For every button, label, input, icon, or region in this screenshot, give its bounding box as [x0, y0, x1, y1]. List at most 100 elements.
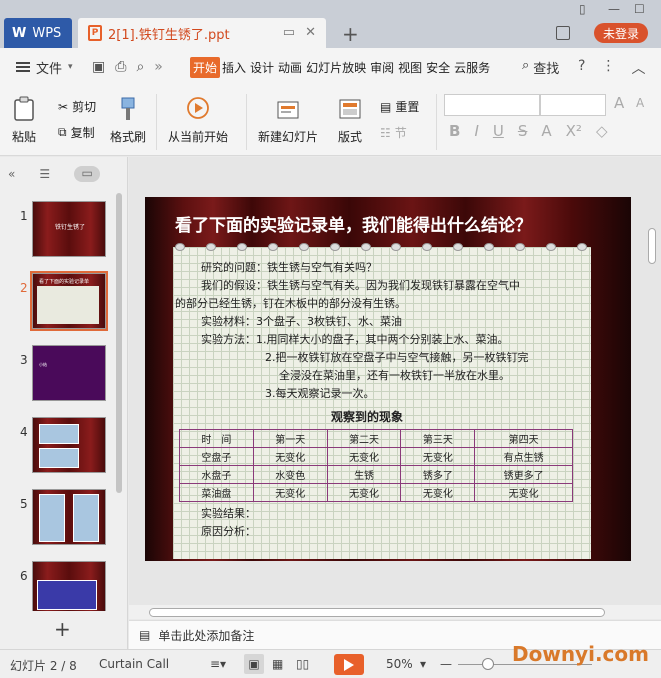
zoom-level[interactable]: 50%	[386, 657, 413, 671]
slide-sorter-icon[interactable]: ▦	[272, 657, 283, 671]
font-size-select[interactable]	[540, 94, 606, 116]
find-button[interactable]: ⌕ 查找	[522, 58, 559, 77]
normal-view-icon[interactable]: ▣	[244, 654, 264, 674]
save-icon[interactable]: ▣	[92, 59, 105, 75]
brush-icon	[121, 97, 135, 120]
thumb-image	[39, 494, 65, 542]
cut-button[interactable]: ✂ 剪切	[58, 98, 96, 115]
paste-button[interactable]: 粘贴	[12, 96, 36, 145]
help-icon[interactable]: ?	[578, 58, 585, 78]
copy-button[interactable]: ⧉ 复制	[58, 124, 95, 141]
thumb-image	[39, 424, 79, 444]
italic-icon[interactable]: I	[474, 122, 478, 140]
outline-view-icon[interactable]: ☰	[39, 167, 50, 181]
new-slide-label: 新建幻灯片	[258, 130, 319, 144]
table-header-row: 时 间 第一天 第二天 第三天 第四天	[179, 429, 573, 448]
document-tab[interactable]: P 2[1].铁钉生锈了.ppt ▭ ✕	[78, 18, 326, 48]
more-icon[interactable]: »	[154, 59, 163, 75]
result-label: 实验结果：	[201, 507, 256, 520]
canvas-vertical-scrollbar[interactable]	[648, 228, 656, 264]
thumb-image	[73, 494, 99, 542]
minimize-icon[interactable]: —	[608, 2, 620, 16]
bold-icon[interactable]: B	[449, 122, 460, 140]
increase-font-icon[interactable]: A	[614, 94, 624, 112]
tab-review[interactable]: 审阅	[368, 57, 396, 78]
section-label: 节	[394, 126, 407, 140]
wps-home-tab[interactable]: W WPS	[4, 18, 72, 48]
print-icon[interactable]: ⎙	[115, 59, 126, 75]
superscript-icon[interactable]: X²	[566, 122, 582, 140]
slide-thumbnail-4[interactable]: 4	[0, 417, 118, 481]
tab-insert[interactable]: 插入	[220, 57, 248, 78]
tab-design[interactable]: 设计	[248, 57, 276, 78]
slide-thumbnail-5[interactable]: 5	[0, 489, 118, 553]
notes-placeholder: 单击此处添加备注	[158, 628, 255, 643]
format-painter-button[interactable]: 格式刷	[110, 96, 146, 145]
slide-thumbnail-2[interactable]: 2 看了下面的实验记录单	[0, 271, 118, 337]
reset-button[interactable]: ▤ 重置	[380, 98, 419, 115]
collapse-panel-icon[interactable]: «	[8, 167, 15, 181]
collapse-ribbon-icon[interactable]: ︿	[631, 58, 645, 78]
header-cell: 时 间	[179, 429, 254, 448]
font-family-select[interactable]	[444, 94, 540, 116]
zoom-out-icon[interactable]: —	[440, 657, 452, 671]
login-button[interactable]: 未登录	[594, 23, 648, 43]
strikethrough-icon[interactable]: S	[518, 122, 528, 140]
new-tab-button[interactable]: +	[342, 22, 359, 46]
ppt-file-icon: P	[88, 25, 102, 41]
canvas-horizontal-scrollbar[interactable]	[129, 605, 661, 619]
add-slide-button[interactable]: +	[54, 617, 71, 641]
split-view-icon[interactable]	[556, 26, 570, 40]
observation-table: 时 间 第一天 第二天 第三天 第四天 空盘子 无变化 无变化 无变化 有点生锈…	[179, 429, 573, 502]
notes-icon: ▤	[139, 628, 151, 642]
file-menu[interactable]: 文件 ▾	[0, 58, 86, 77]
tab-view[interactable]: 视图	[396, 57, 424, 78]
tab-slideshow[interactable]: 幻灯片放映	[304, 57, 368, 78]
tab-cloud[interactable]: 云服务	[452, 57, 492, 78]
slide-thumbnail-3[interactable]: 3 小结	[0, 345, 118, 409]
play-icon	[344, 658, 354, 671]
tab-security[interactable]: 安全	[424, 57, 452, 78]
menu-icon	[16, 62, 30, 72]
slide-preview	[32, 489, 106, 545]
zoom-slider-knob[interactable]	[482, 658, 494, 670]
slides-view-icon[interactable]: ▭	[74, 166, 101, 182]
from-current-button[interactable]: 从当前开始	[168, 96, 228, 145]
clear-format-icon[interactable]: ◇	[596, 122, 608, 140]
layout-button[interactable]: 版式	[338, 96, 362, 145]
layout-label: 版式	[338, 130, 363, 144]
table-cell: 生锈	[326, 465, 402, 484]
slide-thumbnail-1[interactable]: 1 铁钉生锈了	[0, 201, 118, 265]
thumb-title: 看了下面的实验记录单	[39, 279, 90, 285]
current-slide[interactable]: 看了下面的实验记录单，我们能得出什么结论？ 研究的问题：铁生锈与空气有关吗？ 我…	[145, 197, 631, 561]
tab-home[interactable]: 开始	[190, 56, 221, 78]
more-options-icon[interactable]: ⋮	[601, 58, 615, 78]
slide-number: 4	[20, 425, 28, 439]
format-painter-label: 格式刷	[110, 130, 147, 144]
print-preview-icon[interactable]: ⌕	[136, 59, 144, 75]
notes-toggle-icon[interactable]: ≡▾	[210, 657, 226, 671]
slide-counter: 幻灯片 2 / 8	[10, 659, 77, 673]
table-cell: 无变化	[252, 447, 328, 466]
paste-label: 粘贴	[12, 130, 37, 144]
close-tab-icon[interactable]: ✕	[305, 25, 316, 40]
font-color-icon[interactable]: A	[541, 122, 551, 140]
play-slideshow-button[interactable]	[334, 654, 364, 675]
slide-number: 1	[20, 209, 28, 223]
zoom-dropdown-icon[interactable]: ▾	[420, 657, 426, 671]
reading-view-icon[interactable]: ▯▯	[296, 657, 309, 671]
restore-icon[interactable]: ☐	[634, 2, 645, 16]
method-step-2: 2.把一枚铁钉放在空盘子中与空气接触，另一枚铁钉完	[265, 351, 529, 364]
section-button[interactable]: ☷ 节	[380, 124, 407, 141]
slide-thumbnail-6[interactable]: 6	[0, 561, 118, 611]
slide-number: 2	[20, 281, 28, 295]
tab-animation[interactable]: 动画	[276, 57, 304, 78]
scroll-thumb[interactable]	[149, 608, 605, 617]
monitor-icon[interactable]: ▭	[283, 25, 295, 40]
new-slide-button[interactable]: 新建幻灯片	[258, 96, 318, 145]
window-list-icon[interactable]: ▯	[579, 2, 586, 16]
document-tab-label: 2[1].铁钉生锈了.ppt	[108, 27, 230, 43]
theme-name[interactable]: Curtain Call	[99, 657, 169, 671]
underline-icon[interactable]: U	[493, 122, 504, 140]
decrease-font-icon[interactable]: A	[636, 96, 644, 110]
